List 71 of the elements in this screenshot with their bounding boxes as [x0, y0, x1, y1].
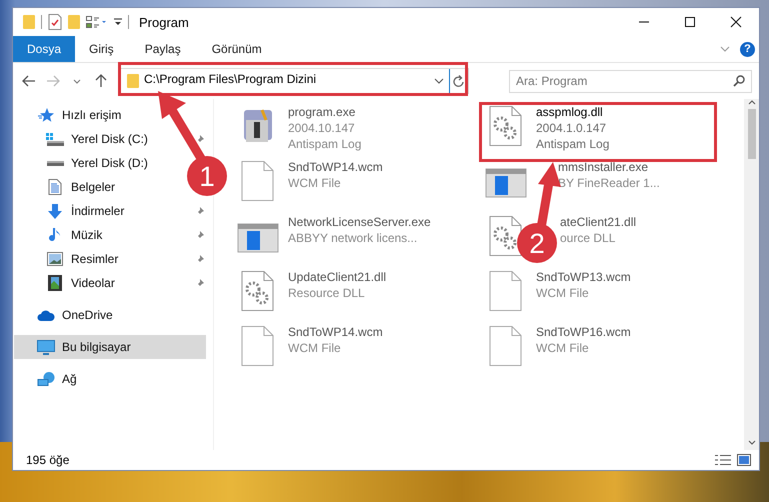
file-name[interactable]: mmsInstaller.exe: [558, 159, 648, 175]
step-number-badge: 1: [187, 156, 227, 196]
file-description: WCM File: [536, 340, 589, 356]
scrollbar[interactable]: [744, 99, 759, 450]
sidebar-item[interactable]: Videolar: [71, 276, 115, 290]
picture-icon: [47, 252, 63, 266]
refresh-icon[interactable]: [453, 74, 465, 88]
document-icon: [48, 179, 62, 195]
sidebar-item[interactable]: Müzik: [71, 228, 102, 242]
file-name[interactable]: SndToWP13.wcm: [536, 269, 631, 285]
file-version: 2004.10.147: [288, 120, 355, 136]
ribbon-tab[interactable]: Görünüm: [198, 36, 279, 62]
window-title: Program: [139, 14, 189, 30]
file-description: Antispam Log: [288, 136, 362, 152]
file-name[interactable]: ateClient21.dll: [560, 214, 636, 230]
item-count: 195 öğe: [26, 453, 70, 467]
sidebar-item[interactable]: Bu bilgisayar: [14, 335, 206, 359]
up-arrow-icon[interactable]: [95, 74, 107, 88]
search-field[interactable]: Ara: Program: [509, 70, 752, 92]
recent-locations-icon[interactable]: [73, 78, 81, 84]
file-description: Antispam Log: [536, 136, 610, 152]
properties-icon[interactable]: [48, 14, 62, 30]
back-arrow-icon[interactable]: [22, 75, 36, 87]
scrollbar-thumb[interactable]: [748, 109, 756, 159]
download-icon: [47, 204, 63, 218]
file-name[interactable]: SndToWP14.wcm: [288, 159, 383, 175]
file-menu-button[interactable]: Dosya: [13, 36, 76, 62]
file-description: WCM File: [288, 175, 341, 191]
network-icon: [37, 372, 55, 386]
scroll-down-icon[interactable]: [748, 440, 756, 446]
ribbon-tab[interactable]: Paylaş: [130, 36, 198, 62]
sidebar-item[interactable]: Resimler: [71, 252, 118, 266]
details-view-icon[interactable]: [715, 454, 731, 466]
sidebar-item[interactable]: Yerel Disk (C:): [71, 132, 148, 146]
sidebar-item[interactable]: Yerel Disk (D:): [71, 156, 148, 170]
view-options-icon[interactable]: [86, 16, 108, 28]
search-icon[interactable]: [733, 75, 745, 87]
scroll-up-icon[interactable]: [748, 99, 756, 105]
file-description: WCM File: [288, 340, 341, 356]
sidebar-item[interactable]: Ağ: [62, 372, 77, 386]
sidebar-item[interactable]: Hızlı erişim: [62, 108, 122, 122]
film-icon: [48, 275, 62, 291]
file-description: WCM File: [536, 285, 589, 301]
address-path: C:\Program Files\Program Dizini: [144, 72, 318, 86]
step-number-badge: 2: [517, 223, 557, 263]
file-description: ource DLL: [560, 230, 616, 246]
drive-icon: [46, 132, 64, 146]
file-description: Resource DLL: [288, 285, 365, 301]
folder-icon: [127, 74, 139, 88]
drive-icon: [46, 160, 64, 166]
monitor-icon: [37, 340, 55, 354]
chevron-down-icon[interactable]: [434, 78, 444, 84]
file-name[interactable]: SndToWP14.wcm: [288, 324, 383, 340]
file-name[interactable]: SndToWP16.wcm: [536, 324, 631, 340]
sidebar-item[interactable]: Belgeler: [71, 180, 116, 194]
address-bar[interactable]: C:\Program Files\Program Dizini: [120, 68, 469, 94]
file-name[interactable]: NetworkLicenseServer.exe: [288, 214, 431, 230]
file-name[interactable]: asspmlog.dll: [536, 104, 603, 120]
ribbon-tab[interactable]: Giriş: [75, 36, 131, 62]
file-name[interactable]: UpdateClient21.dll: [288, 269, 386, 285]
sidebar-item[interactable]: İndirmeler: [71, 204, 124, 218]
file-name[interactable]: program.exe: [288, 104, 356, 120]
music-note-icon: [49, 227, 61, 243]
cloud-icon: [37, 310, 55, 320]
large-icons-view-icon[interactable]: [737, 454, 751, 466]
file-version: 2004.1.0.147: [536, 120, 606, 136]
dropdown-icon[interactable]: [114, 18, 122, 26]
file-description: ABBYY network licens...: [288, 230, 418, 246]
star-icon: [38, 108, 54, 122]
help-icon[interactable]: ?: [740, 42, 755, 56]
sidebar-item[interactable]: OneDrive: [62, 308, 113, 322]
